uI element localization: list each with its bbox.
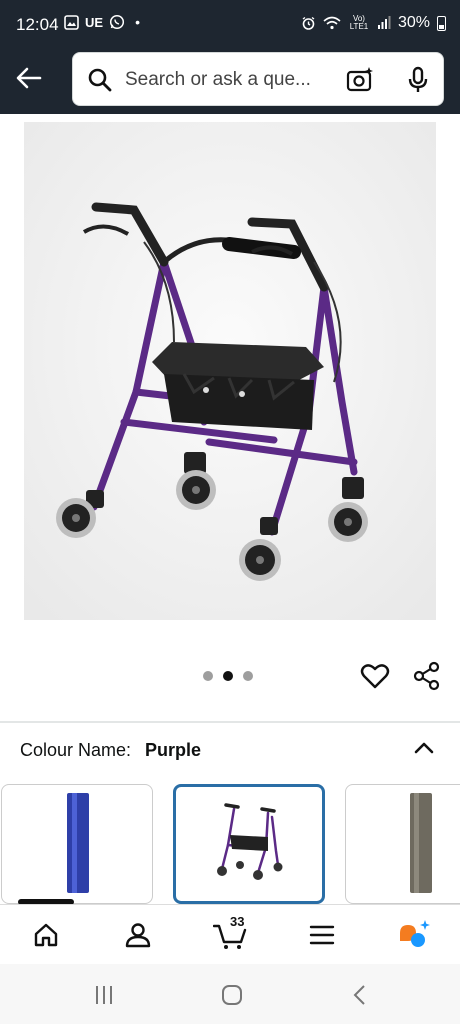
gallery-notification-icon	[64, 14, 79, 30]
nav-menu[interactable]	[304, 917, 340, 953]
rollator-walker-image	[24, 122, 436, 620]
grey-walking-stick-thumbnail	[410, 793, 432, 893]
home-icon	[34, 923, 58, 947]
rufus-assistant-icon	[400, 920, 430, 947]
alarm-icon	[302, 16, 315, 30]
user-icon	[125, 923, 151, 948]
colour-value: Purple	[145, 740, 202, 760]
home-system-button[interactable]	[218, 982, 246, 1008]
status-notification-icons: UE •	[64, 14, 140, 30]
battery-icon	[437, 15, 446, 31]
nav-rufus-assistant[interactable]	[396, 917, 432, 953]
battery-percent: 30%	[397, 14, 430, 31]
status-right-icons: Vo) LTE1 30%	[301, 14, 446, 32]
carousel-dot-3[interactable]	[243, 671, 253, 681]
back-chevron-icon	[353, 985, 365, 1005]
carrier-badge: UE	[85, 14, 104, 30]
back-system-button[interactable]	[346, 982, 374, 1008]
search-box[interactable]: Search or ask a que...	[72, 52, 444, 106]
nav-home[interactable]	[28, 917, 64, 953]
collapse-variations-button[interactable]	[412, 736, 436, 760]
search-header: Search or ask a que...	[0, 48, 460, 114]
recent-apps-button[interactable]	[90, 982, 118, 1008]
section-divider	[0, 721, 460, 723]
signal-icon	[377, 16, 391, 29]
wishlist-button[interactable]	[360, 661, 390, 691]
search-input[interactable]: Search or ask a que...	[125, 69, 311, 91]
heart-icon	[360, 664, 390, 689]
carousel-dots[interactable]	[203, 671, 253, 681]
search-icon	[88, 68, 112, 92]
chevron-up-icon	[414, 742, 434, 754]
wifi-icon	[323, 16, 341, 30]
swatch-grey[interactable]	[345, 784, 460, 904]
hamburger-menu-icon	[309, 925, 335, 945]
status-bar: 12:04 UE • Vo) LTE1 30%	[0, 0, 460, 48]
blue-walking-stick-thumbnail	[67, 793, 89, 893]
nav-cart[interactable]: 33	[212, 914, 248, 953]
colour-variation-row: Colour Name: Purple	[20, 740, 201, 761]
bottom-navigation: 33	[0, 904, 460, 964]
share-icon	[413, 661, 440, 691]
back-arrow-icon	[16, 67, 42, 89]
colour-label: Colour Name:	[20, 740, 132, 760]
share-button[interactable]	[412, 661, 442, 691]
network-label: Vo) LTE1	[349, 14, 369, 31]
status-time: 12:04	[16, 15, 59, 34]
purple-rollator-thumbnail	[217, 803, 283, 880]
home-circle-icon	[222, 985, 242, 1005]
carousel-dot-1[interactable]	[203, 671, 213, 681]
cart-count-badge: 33	[230, 914, 245, 929]
recent-apps-icon	[96, 986, 112, 1004]
system-navigation-bar	[0, 964, 460, 1024]
whatsapp-notification-icon	[110, 14, 125, 30]
carousel-dot-2-active[interactable]	[223, 671, 233, 681]
swatch-purple-selected[interactable]	[173, 784, 325, 904]
status-dot: •	[135, 14, 140, 30]
swatch-blue[interactable]	[1, 784, 153, 904]
nav-account[interactable]	[120, 917, 156, 953]
back-button[interactable]	[12, 61, 46, 95]
microphone-icon[interactable]	[403, 65, 433, 95]
product-image[interactable]	[24, 122, 436, 620]
camera-search-icon[interactable]	[345, 65, 375, 95]
